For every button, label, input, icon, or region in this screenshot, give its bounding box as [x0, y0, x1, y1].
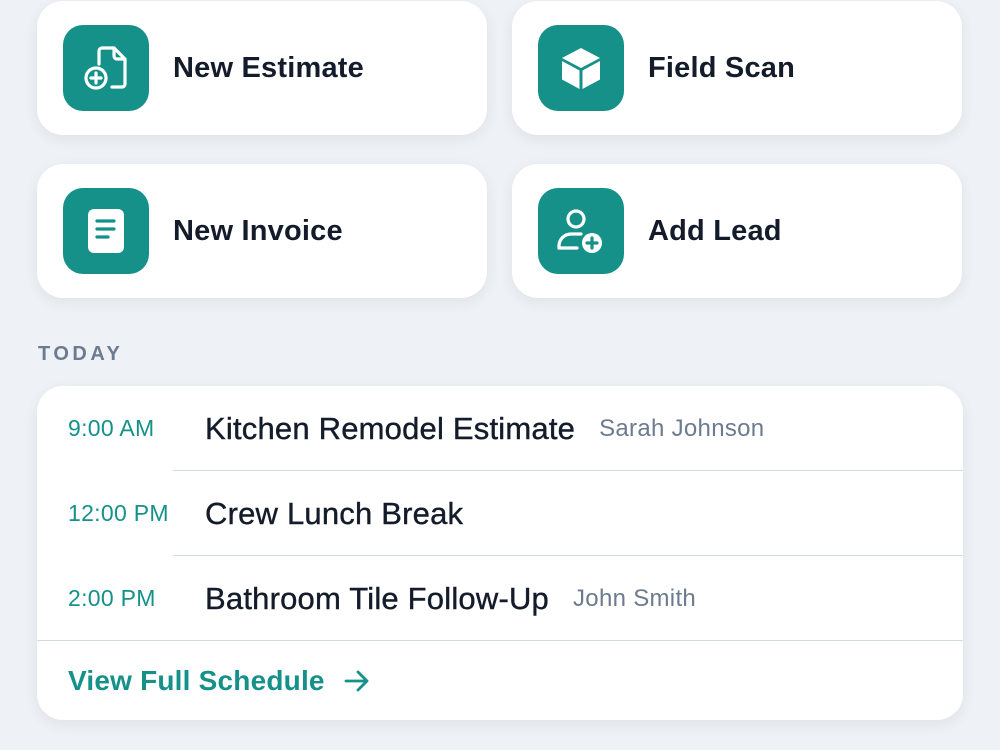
new-invoice-label: New Invoice	[173, 214, 343, 247]
row-divider	[37, 640, 963, 641]
field-scan-label: Field Scan	[648, 51, 796, 84]
schedule-event-row[interactable]: 12:00 PM Crew Lunch Break	[37, 471, 963, 556]
event-time: 2:00 PM	[68, 585, 156, 611]
today-schedule-card: 9:00 AM Kitchen Remodel Estimate Sarah J…	[37, 386, 963, 720]
invoice-document-icon	[63, 188, 149, 274]
arrow-right-icon	[343, 669, 371, 693]
event-title: Kitchen Remodel Estimate	[205, 410, 576, 446]
field-scan-button[interactable]: Field Scan	[512, 1, 962, 135]
view-full-schedule-label: View Full Schedule	[68, 664, 325, 696]
event-person: John Smith	[573, 584, 697, 612]
document-plus-icon	[63, 25, 149, 111]
user-plus-icon	[538, 188, 624, 274]
event-title: Bathroom Tile Follow-Up	[205, 580, 549, 616]
event-time: 12:00 PM	[68, 500, 169, 526]
today-section-label: TODAY	[38, 343, 124, 365]
event-person: Sarah Johnson	[599, 414, 765, 442]
add-lead-label: Add Lead	[648, 214, 782, 247]
new-estimate-label: New Estimate	[173, 51, 364, 84]
schedule-event-row[interactable]: 9:00 AM Kitchen Remodel Estimate Sarah J…	[37, 386, 963, 471]
new-estimate-button[interactable]: New Estimate	[37, 1, 487, 135]
new-invoice-button[interactable]: New Invoice	[37, 164, 487, 298]
event-time: 9:00 AM	[68, 415, 155, 441]
cube-icon	[538, 25, 624, 111]
view-full-schedule-link[interactable]: View Full Schedule	[37, 641, 963, 720]
schedule-event-row[interactable]: 2:00 PM Bathroom Tile Follow-Up John Smi…	[37, 556, 963, 641]
add-lead-button[interactable]: Add Lead	[512, 164, 962, 298]
event-title: Crew Lunch Break	[205, 495, 464, 531]
